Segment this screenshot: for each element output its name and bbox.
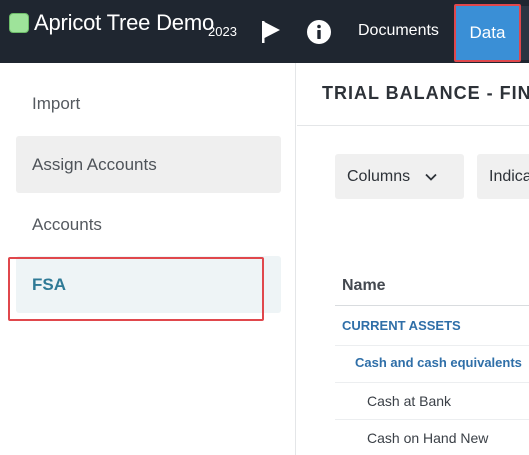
- columns-button-label: Columns: [347, 167, 411, 185]
- indicators-button[interactable]: Indica: [477, 154, 529, 199]
- flag-button[interactable]: [257, 18, 285, 46]
- app-status-indicator: [9, 13, 29, 33]
- chevron-down-icon: [424, 172, 438, 182]
- sidebar-item-fsa[interactable]: FSA: [16, 256, 281, 313]
- nav-data[interactable]: Data: [456, 6, 519, 60]
- app-title[interactable]: Apricot Tree Demo: [34, 10, 214, 36]
- nav-more-tab[interactable]: [521, 6, 529, 60]
- top-bar: Apricot Tree Demo 2023 Documents Data: [0, 0, 529, 63]
- page-title: TRIAL BALANCE - FIN: [322, 83, 529, 103]
- sidebar-item-import[interactable]: Import: [16, 75, 281, 132]
- row-divider: [335, 345, 529, 346]
- table-row-cash-on-hand[interactable]: Cash on Hand New: [367, 430, 488, 446]
- title-divider: [297, 125, 529, 126]
- row-divider: [335, 419, 529, 420]
- sidebar-item-assign-accounts[interactable]: Assign Accounts: [16, 136, 281, 193]
- columns-button[interactable]: Columns: [335, 154, 464, 199]
- sidebar: Import Assign Accounts Accounts FSA: [0, 63, 296, 455]
- column-header-name[interactable]: Name: [342, 277, 386, 295]
- sidebar-item-accounts[interactable]: Accounts: [16, 196, 281, 253]
- indicators-button-label: Indica: [489, 167, 529, 185]
- table-row-cash-at-bank[interactable]: Cash at Bank: [367, 393, 451, 409]
- nav-documents[interactable]: Documents: [358, 22, 439, 40]
- main-content: TRIAL BALANCE - FIN Columns Indica Name …: [297, 63, 529, 455]
- flag-icon: [262, 21, 280, 43]
- info-button[interactable]: [306, 19, 332, 45]
- row-divider: [335, 382, 529, 383]
- table-header-divider: [335, 305, 529, 306]
- table-row-cash-equivalents[interactable]: Cash and cash equivalents: [355, 355, 522, 370]
- info-icon: [307, 20, 331, 44]
- table-row-current-assets[interactable]: CURRENT ASSETS: [342, 318, 461, 333]
- app-year: 2023: [208, 24, 237, 39]
